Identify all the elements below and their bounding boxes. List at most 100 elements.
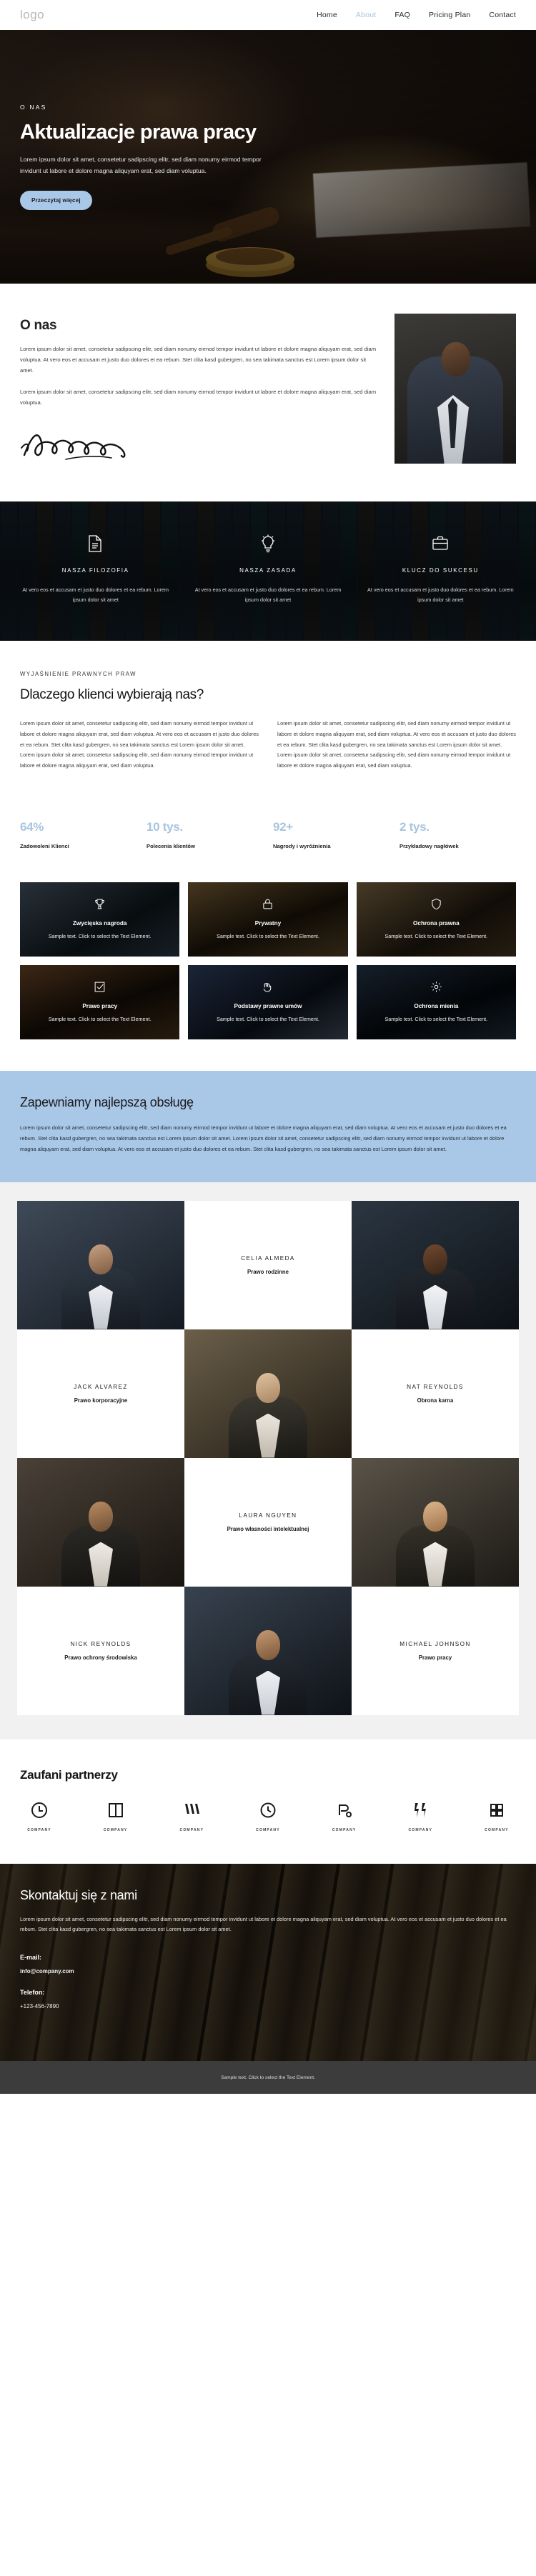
gear-icon — [430, 981, 442, 997]
about-text-column: O nas Lorem ipsum dolor sit amet, conset… — [20, 314, 377, 469]
card-title: Podstawy prawne umów — [234, 1002, 302, 1009]
stat-number: 92+ — [273, 820, 293, 834]
about-paragraph-1: Lorem ipsum dolor sit amet, consetetur s… — [20, 346, 377, 374]
stats-row: 64% Zadowoleni Klienci 10 tys. Polecenia… — [0, 796, 536, 879]
partner-logo-7[interactable]: COMPANY — [477, 1801, 516, 1832]
team-member-role: Prawo pracy — [418, 1654, 452, 1661]
partner-logo-2[interactable]: COMPANY — [96, 1801, 135, 1832]
feature-card-philosophy: NASZA FILOZOFIA At vero eos et accusam e… — [16, 533, 175, 605]
team-member-name: MICHAEL JOHNSON — [399, 1640, 471, 1647]
main-navigation: Home About FAQ Pricing Plan Contact — [317, 11, 516, 19]
partner-logo-6[interactable]: COMPANY — [401, 1801, 440, 1832]
read-more-button[interactable]: Przeczytaj więcej — [20, 190, 92, 210]
card-text: Sample text. Click to select the Text El… — [48, 932, 152, 939]
partner-name: COMPANY — [408, 1827, 433, 1832]
nav-item-pricing-plan[interactable]: Pricing Plan — [429, 11, 470, 19]
node-icon — [338, 1804, 352, 1817]
clock-icon — [260, 1802, 276, 1817]
service-card-private[interactable]: Prywatny Sample text. Click to select th… — [188, 882, 348, 957]
contact-section: Skontaktuj się z nami Lorem ipsum dolor … — [0, 1863, 536, 2062]
partners-section: Zaufani partnerzy COMPANY COMPANY COMPAN… — [0, 1739, 536, 1864]
landing-page: logo Home About FAQ Pricing Plan Contact… — [0, 0, 536, 2095]
team-member-celia-almeda[interactable]: CELIA ALMEDA Prawo rodzinne — [184, 1200, 352, 1329]
partner-logo-3[interactable]: COMPANY — [172, 1801, 211, 1832]
handshake-icon — [262, 981, 274, 997]
partner-logo-1[interactable]: COMPANY — [20, 1801, 59, 1832]
service-card-labour-law[interactable]: Prawo pracy Sample text. Click to select… — [20, 965, 180, 1040]
stat-item-clients: 64% Zadowoleni Klienci — [20, 820, 137, 849]
partner-name: COMPANY — [485, 1827, 509, 1832]
hero-subtitle: Lorem ipsum dolor sit amet, consetetur s… — [20, 156, 262, 174]
partner-logos-row: COMPANY COMPANY COMPANY COMPANY COMPANY … — [20, 1801, 516, 1832]
about-image-column — [394, 314, 516, 469]
nav-item-contact[interactable]: Contact — [489, 11, 516, 19]
email-value[interactable]: info@company.com — [20, 1968, 516, 1975]
nav-item-home[interactable]: Home — [317, 11, 337, 19]
circle-monogram-icon — [31, 1802, 47, 1818]
signature-image — [21, 434, 126, 460]
team-photo — [184, 1586, 352, 1715]
service-card-property-protection[interactable]: Ochrona mienia Sample text. Click to sel… — [356, 965, 516, 1040]
shield-icon — [430, 898, 442, 914]
site-logo[interactable]: logo — [20, 8, 44, 22]
feature-title: NASZA FILOZOFIA — [61, 566, 129, 574]
book-icon — [108, 1802, 123, 1817]
partner-logo-4[interactable]: COMPANY — [249, 1801, 287, 1832]
footer-text: Sample text. Click to select the Text El… — [221, 2075, 315, 2080]
nav-item-about[interactable]: About — [356, 11, 376, 19]
team-member-nick-reynolds[interactable]: NICK REYNOLDS Prawo ochrony środowiska — [17, 1586, 184, 1715]
team-member-role: Prawo własności intelektualnej — [227, 1525, 309, 1532]
team-photo — [184, 1329, 352, 1458]
team-member-michael-johnson[interactable]: MICHAEL JOHNSON Prawo pracy — [352, 1586, 519, 1715]
features-section: NASZA FILOZOFIA At vero eos et accusam e… — [0, 501, 536, 641]
card-title: Zwycięska nagroda — [72, 919, 127, 927]
partners-heading: Zaufani partnerzy — [20, 1767, 118, 1782]
card-text: Sample text. Click to select the Text El… — [217, 932, 319, 939]
card-title: Ochrona prawna — [413, 919, 460, 927]
stat-label: Zadowoleni Klienci — [20, 843, 69, 850]
phone-value[interactable]: +123-456-7890 — [20, 2003, 516, 2010]
contact-heading: Skontaktuj się z nami — [20, 1887, 137, 1902]
partner-name: COMPANY — [256, 1827, 280, 1832]
feature-text: At vero eos et accusam et justo duo dolo… — [367, 586, 514, 603]
stat-number: 2 tys. — [399, 820, 430, 834]
why-paragraph-left: Lorem ipsum dolor sit amet, consetetur s… — [20, 720, 259, 769]
card-title: Ochrona mienia — [414, 1002, 459, 1009]
service-promise-section: Zapewniamy najlepszą obsługę Lorem ipsum… — [0, 1071, 536, 1182]
card-text: Sample text. Click to select the Text El… — [48, 1015, 152, 1022]
team-member-role: Prawo korporacyjne — [74, 1397, 128, 1404]
contact-content: Skontaktuj się z nami Lorem ipsum dolor … — [20, 1888, 516, 2010]
team-member-name: NAT REYNOLDS — [407, 1383, 464, 1390]
team-photo — [17, 1457, 184, 1587]
team-grid: CELIA ALMEDA Prawo rodzinne JACK ALVAREZ… — [0, 1182, 536, 1739]
team-member-role: Obrona karna — [417, 1397, 454, 1404]
partner-logo-5[interactable]: COMPANY — [325, 1801, 364, 1832]
document-icon — [16, 533, 175, 554]
team-member-role: Prawo rodzinne — [247, 1268, 289, 1275]
service-card-legal-protection[interactable]: Ochrona prawna Sample text. Click to sel… — [356, 882, 516, 957]
stat-item-referrals: 10 tys. Polecenia klientów — [147, 820, 263, 849]
flag-icon — [185, 1803, 200, 1814]
card-text: Sample text. Click to select the Text El… — [217, 1015, 319, 1022]
hero-eyebrow: O NAS — [20, 104, 47, 111]
feature-title: KLUCZ DO SUKCESU — [402, 566, 479, 574]
partner-name: COMPANY — [103, 1827, 128, 1832]
service-card-award[interactable]: Zwycięska nagroda Sample text. Click to … — [20, 882, 180, 957]
card-text: Sample text. Click to select the Text El… — [384, 932, 488, 939]
team-member-name: CELIA ALMEDA — [241, 1254, 295, 1262]
portrait-head — [442, 342, 470, 376]
nav-item-faq[interactable]: FAQ — [394, 11, 410, 19]
partner-name: COMPANY — [179, 1827, 204, 1832]
features-row: NASZA FILOZOFIA At vero eos et accusam e… — [16, 533, 520, 605]
feature-text: At vero eos et accusam et justo duo dolo… — [22, 586, 169, 603]
feature-card-principle: NASZA ZASADA At vero eos et accusam et j… — [188, 533, 347, 605]
team-member-jack-alvarez[interactable]: JACK ALVAREZ Prawo korporacyjne — [17, 1329, 184, 1458]
lightbulb-icon — [188, 533, 347, 554]
site-header: logo Home About FAQ Pricing Plan Contact — [0, 0, 536, 30]
service-card-contract-law[interactable]: Podstawy prawne umów Sample text. Click … — [188, 965, 348, 1040]
hero-section: O NAS Aktualizacje prawa pracy Lorem ips… — [0, 30, 536, 284]
team-member-laura-nguyen[interactable]: LAURA NGUYEN Prawo własności intelektual… — [184, 1457, 352, 1587]
lock-icon — [262, 898, 274, 914]
team-member-nat-reynolds[interactable]: NAT REYNOLDS Obrona karna — [352, 1329, 519, 1458]
email-label: E-mail: — [20, 1954, 42, 1962]
